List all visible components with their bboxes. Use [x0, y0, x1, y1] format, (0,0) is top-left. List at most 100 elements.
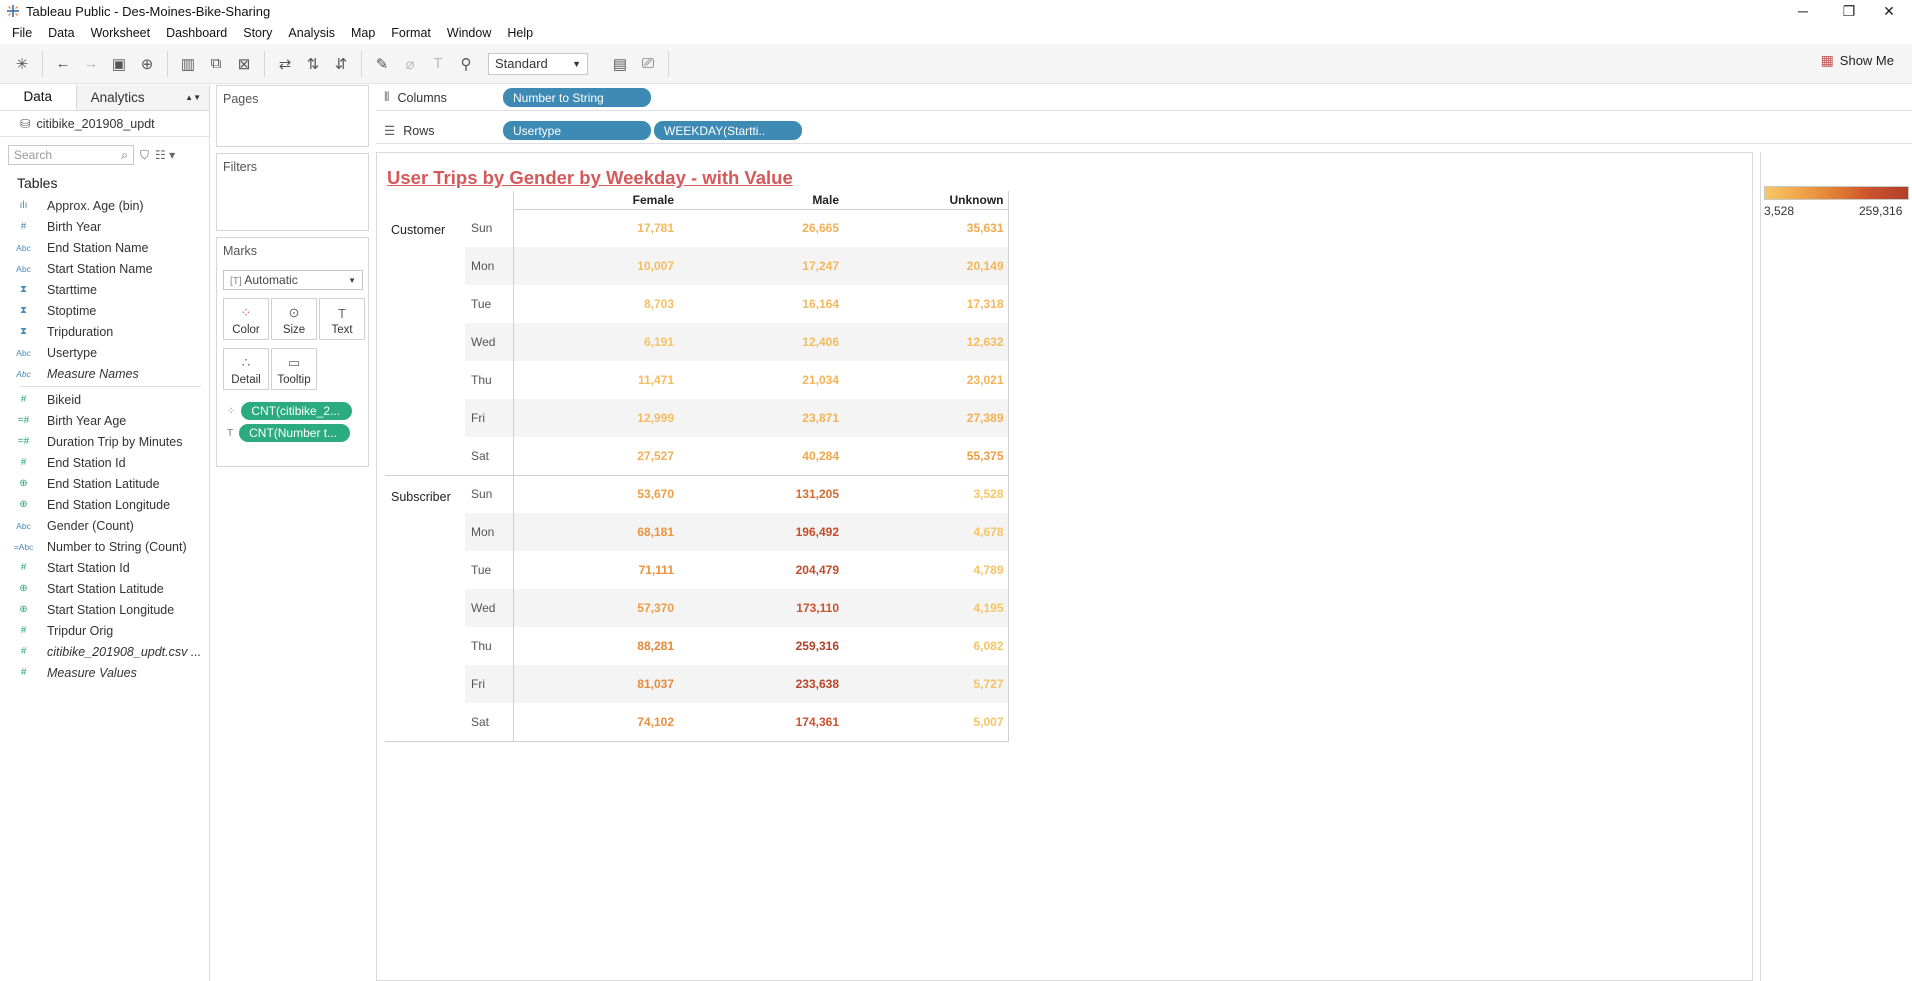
- view-options-icon[interactable]: ☷ ▾: [155, 148, 175, 162]
- field-item[interactable]: =Abc Number to String (Count): [0, 536, 209, 557]
- menu-file[interactable]: File: [4, 26, 40, 40]
- field-item[interactable]: =# Birth Year Age: [0, 410, 209, 431]
- view-title[interactable]: User Trips by Gender by Weekday - with V…: [387, 167, 793, 189]
- new-data-source-icon[interactable]: ⊕: [133, 50, 161, 78]
- rows-pill-usertype[interactable]: Usertype: [503, 121, 651, 140]
- weekday-header[interactable]: Thu: [465, 361, 514, 399]
- weekday-header[interactable]: Fri: [465, 665, 514, 703]
- column-header-female[interactable]: Female: [513, 191, 678, 210]
- pin-icon[interactable]: ⚲: [452, 50, 480, 78]
- text-pill[interactable]: CNT(Number t...: [239, 424, 351, 442]
- weekday-header[interactable]: Wed: [465, 589, 514, 627]
- tooltip-button[interactable]: ▭ Tooltip: [271, 348, 317, 390]
- table-cell[interactable]: 68,181: [513, 513, 678, 551]
- field-item[interactable]: ılı Approx. Age (bin): [0, 195, 209, 216]
- field-item[interactable]: ⧗ Starttime: [0, 279, 209, 300]
- table-cell[interactable]: 40,284: [678, 437, 843, 476]
- swap-rows-columns-icon[interactable]: ⇄: [271, 50, 299, 78]
- table-cell[interactable]: 71,111: [513, 551, 678, 589]
- table-cell[interactable]: 196,492: [678, 513, 843, 551]
- weekday-header[interactable]: Sun: [465, 475, 514, 513]
- filter-icon[interactable]: ⛉: [140, 148, 149, 163]
- table-cell[interactable]: 20,149: [843, 247, 1009, 285]
- weekday-header[interactable]: Fri: [465, 399, 514, 437]
- table-cell[interactable]: 23,021: [843, 361, 1009, 399]
- table-cell[interactable]: 8,703: [513, 285, 678, 323]
- weekday-header[interactable]: Sat: [465, 703, 514, 742]
- table-cell[interactable]: 4,678: [843, 513, 1009, 551]
- presentation-mode-icon[interactable]: ⎚: [634, 50, 662, 78]
- weekday-header[interactable]: Tue: [465, 285, 514, 323]
- menu-data[interactable]: Data: [40, 26, 82, 40]
- new-worksheet-icon[interactable]: ▥: [174, 50, 202, 78]
- table-cell[interactable]: 88,281: [513, 627, 678, 665]
- table-cell[interactable]: 17,781: [513, 209, 678, 247]
- tableau-home-icon[interactable]: ✳: [8, 50, 36, 78]
- field-item[interactable]: # Tripdur Orig: [0, 620, 209, 641]
- show-cards-icon[interactable]: ▤: [606, 50, 634, 78]
- table-cell[interactable]: 81,037: [513, 665, 678, 703]
- table-cell[interactable]: 131,205: [678, 475, 843, 513]
- field-item[interactable]: # Measure Values: [0, 662, 209, 683]
- show-me-button[interactable]: ▦ Show Me: [1821, 52, 1894, 69]
- table-cell[interactable]: 259,316: [678, 627, 843, 665]
- menu-worksheet[interactable]: Worksheet: [83, 26, 159, 40]
- table-cell[interactable]: 6,082: [843, 627, 1009, 665]
- field-item[interactable]: Abc Gender (Count): [0, 515, 209, 536]
- field-item[interactable]: Abc Usertype: [0, 342, 209, 363]
- weekday-header[interactable]: Wed: [465, 323, 514, 361]
- table-cell[interactable]: 233,638: [678, 665, 843, 703]
- weekday-header[interactable]: Mon: [465, 247, 514, 285]
- field-item[interactable]: # citibike_201908_updt.csv ...: [0, 641, 209, 662]
- pane-menu-icon[interactable]: ▲▼: [185, 93, 201, 102]
- minimize-button[interactable]: ─: [1780, 0, 1826, 22]
- table-cell[interactable]: 5,007: [843, 703, 1009, 742]
- table-cell[interactable]: 35,631: [843, 209, 1009, 247]
- size-button[interactable]: ⊙ Size: [271, 298, 317, 340]
- table-cell[interactable]: 12,632: [843, 323, 1009, 361]
- color-pill[interactable]: CNT(citibike_2...: [241, 402, 353, 420]
- column-header-male[interactable]: Male: [678, 191, 843, 210]
- table-cell[interactable]: 11,471: [513, 361, 678, 399]
- tab-analytics[interactable]: Analytics ▲▼: [75, 85, 209, 110]
- weekday-header[interactable]: Mon: [465, 513, 514, 551]
- labels-icon[interactable]: T: [424, 50, 452, 78]
- field-item[interactable]: ⊕ End Station Latitude: [0, 473, 209, 494]
- text-button[interactable]: T Text: [319, 298, 365, 340]
- highlight-icon[interactable]: ✎: [368, 50, 396, 78]
- color-button[interactable]: ⁘ Color: [223, 298, 269, 340]
- close-button[interactable]: ✕: [1866, 0, 1912, 22]
- table-cell[interactable]: 12,999: [513, 399, 678, 437]
- undo-icon[interactable]: ←: [49, 50, 77, 78]
- rows-shelf[interactable]: ☰ Rows Usertype WEEKDAY(Startti..: [376, 118, 1912, 144]
- duplicate-sheet-icon[interactable]: ⧉: [202, 50, 230, 78]
- field-item[interactable]: ⊕ End Station Longitude: [0, 494, 209, 515]
- table-cell[interactable]: 23,871: [678, 399, 843, 437]
- weekday-header[interactable]: Sat: [465, 437, 514, 476]
- filters-card[interactable]: Filters: [216, 153, 369, 231]
- field-item[interactable]: Abc End Station Name: [0, 237, 209, 258]
- table-cell[interactable]: 4,789: [843, 551, 1009, 589]
- table-cell[interactable]: 26,665: [678, 209, 843, 247]
- table-cell[interactable]: 3,528: [843, 475, 1009, 513]
- pages-card[interactable]: Pages: [216, 85, 369, 147]
- field-item[interactable]: Abc Start Station Name: [0, 258, 209, 279]
- table-cell[interactable]: 5,727: [843, 665, 1009, 703]
- table-cell[interactable]: 4,195: [843, 589, 1009, 627]
- menu-window[interactable]: Window: [439, 26, 499, 40]
- menu-story[interactable]: Story: [235, 26, 280, 40]
- detail-button[interactable]: ∴ Detail: [223, 348, 269, 390]
- field-item[interactable]: # End Station Id: [0, 452, 209, 473]
- menu-format[interactable]: Format: [383, 26, 439, 40]
- table-cell[interactable]: 55,375: [843, 437, 1009, 476]
- table-cell[interactable]: 57,370: [513, 589, 678, 627]
- menu-dashboard[interactable]: Dashboard: [158, 26, 235, 40]
- redo-icon[interactable]: →: [77, 50, 105, 78]
- rows-pill-weekday[interactable]: WEEKDAY(Startti..: [654, 121, 802, 140]
- clear-sheet-icon[interactable]: ⊠: [230, 50, 258, 78]
- table-cell[interactable]: 12,406: [678, 323, 843, 361]
- table-cell[interactable]: 174,361: [678, 703, 843, 742]
- sort-descending-icon[interactable]: ⇵: [327, 50, 355, 78]
- columns-pill[interactable]: Number to String: [503, 88, 651, 107]
- table-cell[interactable]: 17,318: [843, 285, 1009, 323]
